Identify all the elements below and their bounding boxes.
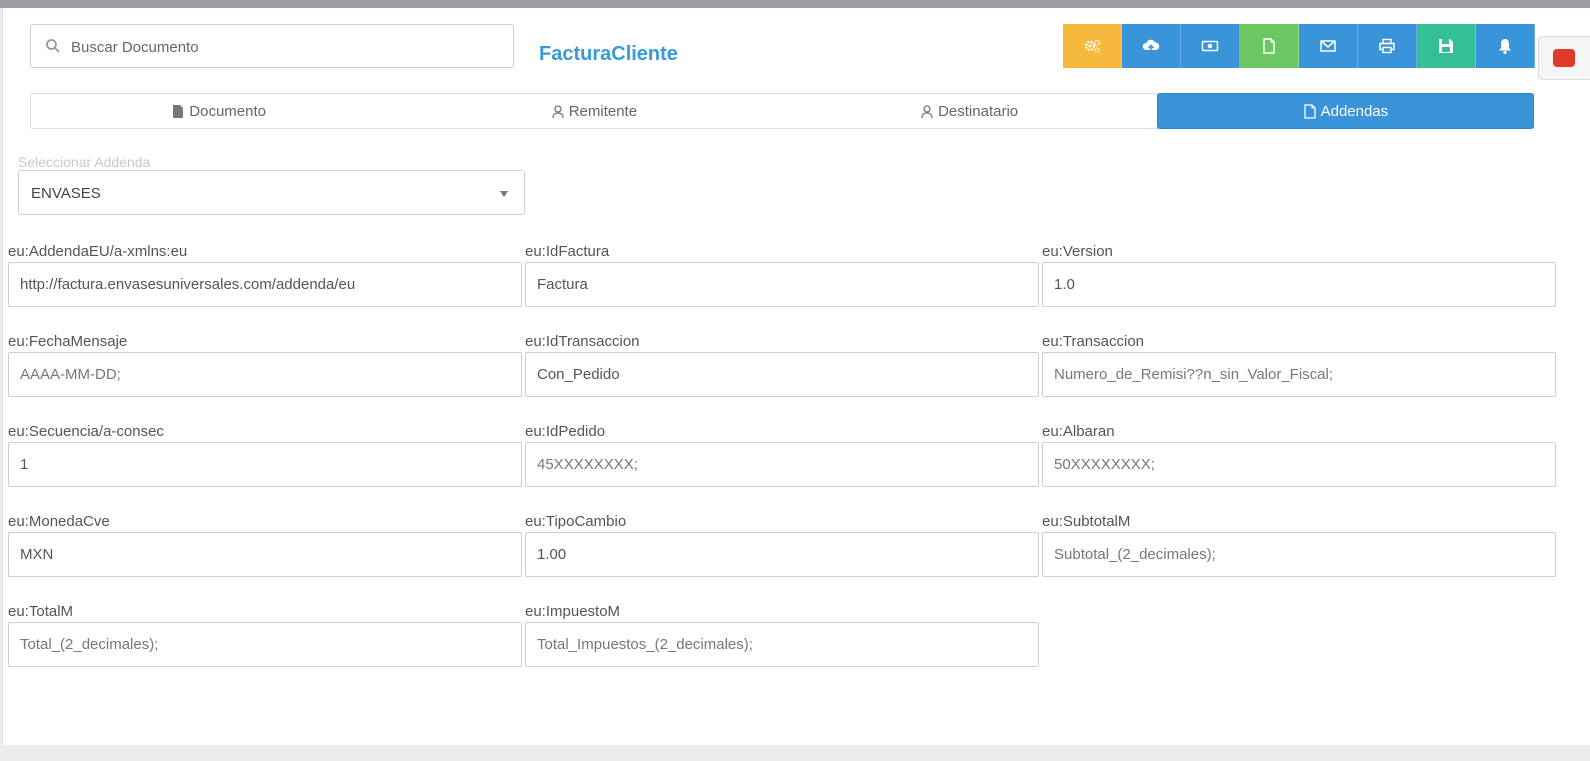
field-label: eu:AddendaEU/a-xmlns:eu	[8, 243, 188, 260]
field-label: eu:IdPedido	[525, 423, 606, 440]
dropdown-arrow-icon	[500, 191, 508, 197]
addenda-field: eu:FechaMensaje	[8, 333, 522, 397]
action-toolbar	[1063, 24, 1535, 68]
settings-button[interactable]	[1063, 24, 1122, 68]
addenda-field: eu:IdFactura	[525, 243, 1039, 307]
tab-label: Destinatario	[938, 102, 1019, 120]
addenda-selected-value: ENVASES	[31, 185, 101, 202]
tab-label: Addendas	[1320, 102, 1389, 120]
tab-documento[interactable]: Documento	[31, 94, 406, 128]
field-label: eu:TipoCambio	[525, 513, 627, 530]
email-button[interactable]	[1299, 24, 1358, 68]
field-label: eu:Transaccion	[1042, 333, 1144, 350]
addenda-field: eu:TotalM	[8, 603, 522, 667]
addenda-field: eu:MonedaCve	[8, 513, 522, 577]
field-input[interactable]	[525, 442, 1039, 487]
search-icon	[45, 38, 61, 54]
field-label: eu:Secuencia/a-consec	[8, 423, 164, 440]
video-help-tab[interactable]	[1538, 36, 1590, 80]
field-label: eu:SubtotalM	[1042, 513, 1131, 530]
field-label: eu:Albaran	[1042, 423, 1115, 440]
field-label: eu:IdFactura	[525, 243, 610, 260]
tab-label: Remitente	[568, 102, 638, 120]
top-bar	[0, 0, 1590, 8]
file-icon	[1263, 38, 1275, 54]
field-label: eu:IdTransaccion	[525, 333, 640, 350]
field-input[interactable]	[525, 352, 1039, 397]
field-label: eu:ImpuestoM	[525, 603, 621, 620]
addenda-field: eu:SubtotalM	[1042, 513, 1556, 577]
field-input[interactable]	[525, 262, 1039, 307]
search-box[interactable]	[30, 24, 514, 69]
field-input[interactable]	[525, 622, 1039, 667]
money-button[interactable]	[1181, 24, 1240, 68]
addenda-field: eu:Albaran	[1042, 423, 1556, 487]
user-icon	[921, 104, 933, 118]
field-label: eu:FechaMensaje	[8, 333, 128, 350]
field-input[interactable]	[8, 262, 522, 307]
addenda-field: eu:Version	[1042, 243, 1556, 307]
field-label: eu:TotalM	[8, 603, 74, 620]
field-input[interactable]	[8, 532, 522, 577]
document-title: FacturaCliente	[539, 43, 678, 65]
addenda-select[interactable]: ENVASES	[18, 170, 525, 215]
print-button[interactable]	[1358, 24, 1417, 68]
notifications-button[interactable]	[1476, 24, 1535, 68]
cloud-upload-button[interactable]	[1122, 24, 1181, 68]
field-label: eu:Version	[1042, 243, 1113, 260]
field-input[interactable]	[1042, 532, 1556, 577]
field-label: eu:MonedaCve	[8, 513, 110, 530]
money-icon	[1201, 40, 1219, 52]
addenda-field: eu:IdTransaccion	[525, 333, 1039, 397]
save-icon	[1439, 39, 1453, 53]
field-input[interactable]	[8, 622, 522, 667]
file-outline-icon	[1303, 103, 1316, 119]
save-button[interactable]	[1417, 24, 1476, 68]
addenda-field: eu:Transaccion	[1042, 333, 1556, 397]
field-input[interactable]	[8, 352, 522, 397]
field-input[interactable]	[1042, 262, 1556, 307]
addenda-field: eu:IdPedido	[525, 423, 1039, 487]
print-icon	[1379, 38, 1395, 54]
addenda-field: eu:TipoCambio	[525, 513, 1039, 577]
search-input[interactable]	[69, 25, 503, 69]
tab-label: Documento	[189, 102, 266, 120]
field-input[interactable]	[8, 442, 522, 487]
settings-icon	[1084, 39, 1101, 53]
section-tabs: Documento Remitente Destinatario Addenda…	[30, 93, 1534, 129]
email-icon	[1320, 40, 1336, 52]
cloud-upload-icon	[1142, 39, 1160, 53]
bell-icon	[1499, 39, 1511, 55]
file-icon	[173, 104, 184, 118]
tab-addendas[interactable]: Addendas	[1156, 93, 1534, 129]
field-input[interactable]	[525, 532, 1039, 577]
addenda-select-label: Seleccionar Addenda	[18, 154, 151, 170]
tab-destinatario[interactable]: Destinatario	[782, 94, 1157, 128]
field-input[interactable]	[1042, 352, 1556, 397]
tab-remitente[interactable]: Remitente	[406, 94, 781, 128]
play-video-icon	[1553, 49, 1575, 67]
addenda-field: eu:ImpuestoM	[525, 603, 1039, 667]
file-button[interactable]	[1240, 24, 1299, 68]
user-icon	[552, 104, 564, 118]
addenda-field: eu:AddendaEU/a-xmlns:eu	[8, 243, 522, 307]
addenda-field: eu:Secuencia/a-consec	[8, 423, 522, 487]
field-input[interactable]	[1042, 442, 1556, 487]
